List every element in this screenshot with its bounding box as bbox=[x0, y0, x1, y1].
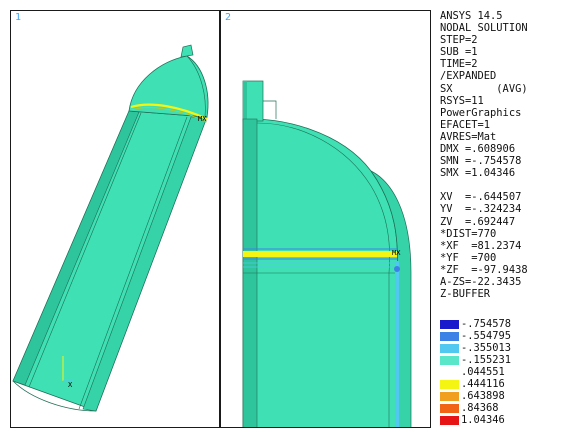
legend-value: -.355013 bbox=[461, 342, 512, 354]
sub-value: SUB =1 bbox=[440, 46, 478, 59]
legend-entry: -.554795 bbox=[440, 330, 580, 342]
viewport-1[interactable]: 1 MX X bbox=[10, 10, 220, 428]
legend-value: .044551 bbox=[461, 366, 505, 378]
zbuffer-label: Z-BUFFER bbox=[440, 288, 491, 301]
legend-swatch bbox=[440, 332, 459, 341]
legend-value: -.754578 bbox=[461, 318, 512, 330]
result-component: SX (AVG) bbox=[440, 82, 528, 95]
legend-swatch bbox=[440, 416, 459, 425]
smn-value: SMN =-.754578 bbox=[440, 155, 522, 168]
legend-swatch bbox=[440, 404, 459, 413]
legend-entry: 1.04346 bbox=[440, 414, 580, 426]
xf-value: *XF =81.2374 bbox=[440, 239, 522, 252]
avres-value: AVRES=Mat bbox=[440, 130, 497, 143]
legend-value: .444116 bbox=[461, 378, 505, 390]
legend-entry: -.754578 bbox=[440, 318, 580, 330]
legend-swatch bbox=[440, 392, 459, 401]
info-panel: ANSYS 14.5 NODAL SOLUTION STEP=2 SUB =1 … bbox=[440, 10, 588, 300]
expanded-mode: /EXPANDED bbox=[440, 70, 497, 83]
svg-text:MX: MX bbox=[392, 249, 401, 257]
legend-value: -.554795 bbox=[461, 330, 512, 342]
software-version: ANSYS 14.5 bbox=[440, 10, 503, 22]
legend-value: 1.04346 bbox=[461, 414, 505, 426]
smx-value: SMX =1.04346 bbox=[440, 167, 516, 180]
legend-entry: .444116 bbox=[440, 378, 580, 390]
time-value: TIME=2 bbox=[440, 58, 478, 71]
legend-entry: -.155231 bbox=[440, 354, 580, 366]
graphics-mode: PowerGraphics bbox=[440, 106, 522, 119]
zv-value: ZV =.692447 bbox=[440, 215, 516, 228]
xv-value: XV =-.644507 bbox=[440, 191, 522, 204]
viewport-2[interactable]: 2 MX bbox=[220, 10, 431, 428]
dist-value: *DIST=770 bbox=[440, 227, 497, 240]
legend-value: .84368 bbox=[461, 402, 499, 414]
vessel-body-section: MX bbox=[242, 80, 412, 427]
efacet-value: EFACET=1 bbox=[440, 118, 491, 131]
zf-value: *ZF =-97.9438 bbox=[440, 263, 528, 276]
viewport-number: 1 bbox=[15, 12, 22, 23]
legend-entry: .84368 bbox=[440, 402, 580, 414]
legend-entry: .044551 bbox=[440, 366, 580, 378]
vessel-body-iso: MX bbox=[12, 44, 209, 412]
legend-swatch bbox=[440, 380, 459, 389]
legend-swatch bbox=[440, 344, 459, 353]
yf-value: *YF =700 bbox=[440, 251, 497, 264]
vessel-section-view: MX bbox=[242, 80, 412, 427]
viewport-number: 2 bbox=[225, 12, 232, 23]
legend-value: -.155231 bbox=[461, 354, 512, 366]
legend-entry: .643898 bbox=[440, 390, 580, 402]
solution-type: NODAL SOLUTION bbox=[440, 22, 528, 35]
legend-entry: -.355013 bbox=[440, 342, 580, 354]
svg-text:MX: MX bbox=[198, 115, 207, 123]
legend-swatch bbox=[440, 356, 459, 365]
azs-value: A-ZS=-22.3435 bbox=[440, 275, 522, 288]
vessel-iso-view: MX X bbox=[12, 44, 209, 412]
yv-value: YV =-.324234 bbox=[440, 203, 522, 216]
legend-swatch bbox=[440, 320, 459, 329]
legend-value: .643898 bbox=[461, 390, 505, 402]
dmx-value: DMX =.608906 bbox=[440, 143, 516, 156]
step-value: STEP=2 bbox=[440, 34, 478, 47]
rsys-value: RSYS=11 bbox=[440, 94, 484, 107]
